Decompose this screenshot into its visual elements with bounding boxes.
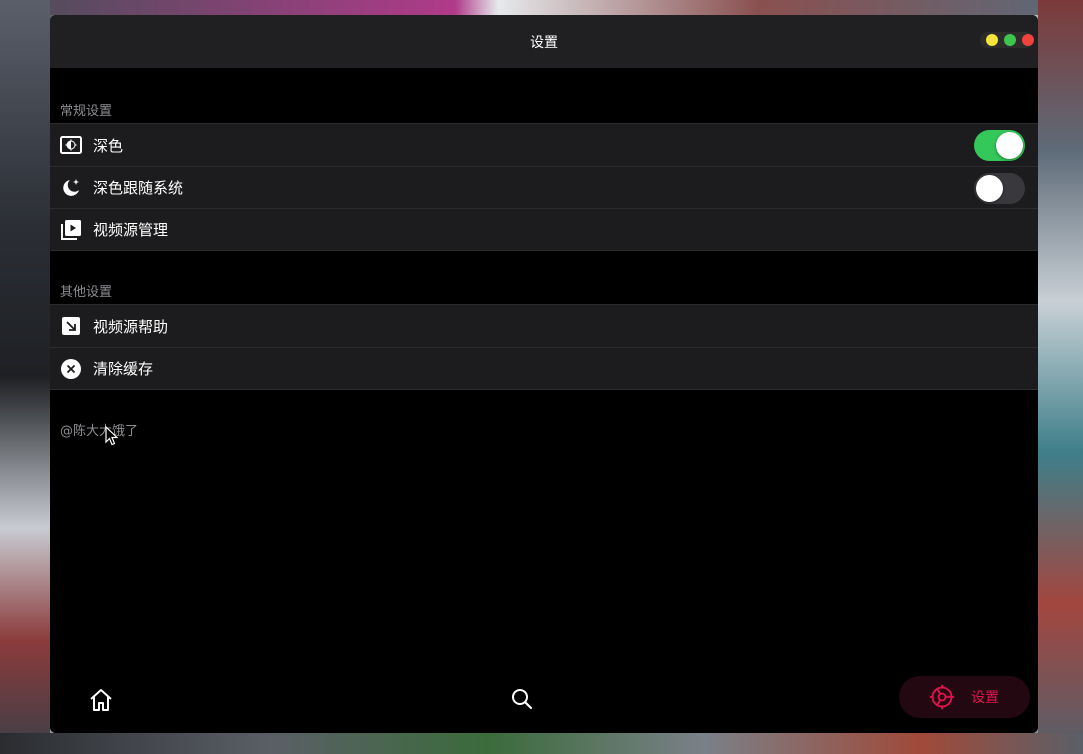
section-header-general: 常规设置 xyxy=(60,104,113,119)
row-dark-follow-system[interactable]: 深色跟随系统 xyxy=(50,166,1038,208)
row-label: 清除缓存 xyxy=(93,360,154,378)
desktop-wallpaper-right xyxy=(1038,0,1083,754)
title-bar[interactable]: 设置 xyxy=(50,15,1038,68)
video-library-icon xyxy=(60,219,82,241)
tab-settings[interactable]: 设置 xyxy=(899,676,1030,718)
row-video-source-help[interactable]: 视频源帮助 xyxy=(50,305,1038,347)
gear-icon xyxy=(929,684,955,710)
settings-group-general: 深色 深色跟随系统 视频源管理 xyxy=(50,123,1038,251)
desktop-wallpaper-left xyxy=(0,0,50,754)
row-clear-cache[interactable]: 清除缓存 xyxy=(50,347,1038,389)
toggle-knob xyxy=(976,175,1003,202)
row-label: 视频源管理 xyxy=(93,221,169,239)
x-circle-icon xyxy=(60,358,82,380)
tab-search[interactable] xyxy=(510,687,534,711)
desktop-wallpaper-bottom xyxy=(0,733,1083,754)
arrow-down-right-square-icon xyxy=(60,315,82,337)
desktop-wallpaper-top xyxy=(0,0,1083,15)
moon-stars-icon xyxy=(60,177,82,199)
mouse-cursor-icon xyxy=(105,425,119,450)
dark-mode-toggle[interactable] xyxy=(974,130,1025,161)
settings-group-other: 视频源帮助 清除缓存 xyxy=(50,304,1038,390)
window-controls xyxy=(980,32,1034,48)
window-title: 设置 xyxy=(530,34,558,51)
search-icon xyxy=(512,689,533,710)
row-video-source-manage[interactable]: 视频源管理 xyxy=(50,208,1038,250)
row-dark-mode[interactable]: 深色 xyxy=(50,124,1038,166)
display-brightness-icon xyxy=(60,134,82,156)
row-label: 深色跟随系统 xyxy=(93,179,184,197)
row-label: 深色 xyxy=(93,136,124,155)
author-credit: @陈大大饿了 xyxy=(60,424,139,439)
settings-window: 设置 常规设置 深色 深色跟随系统 视频源管理 其他设置 视频源帮助 清除缓存 … xyxy=(50,15,1038,733)
close-button[interactable] xyxy=(1022,34,1034,46)
row-label: 视频源帮助 xyxy=(93,317,169,336)
maximize-button[interactable] xyxy=(1004,34,1016,46)
section-header-other: 其他设置 xyxy=(60,285,113,300)
home-icon xyxy=(90,689,112,711)
minimize-button[interactable] xyxy=(986,34,998,46)
tab-home[interactable] xyxy=(88,687,114,713)
bottom-tab-bar: 设置 xyxy=(50,671,1038,733)
dark-follow-system-toggle[interactable] xyxy=(974,173,1025,204)
tab-settings-label: 设置 xyxy=(971,690,999,706)
toggle-knob xyxy=(996,132,1023,159)
